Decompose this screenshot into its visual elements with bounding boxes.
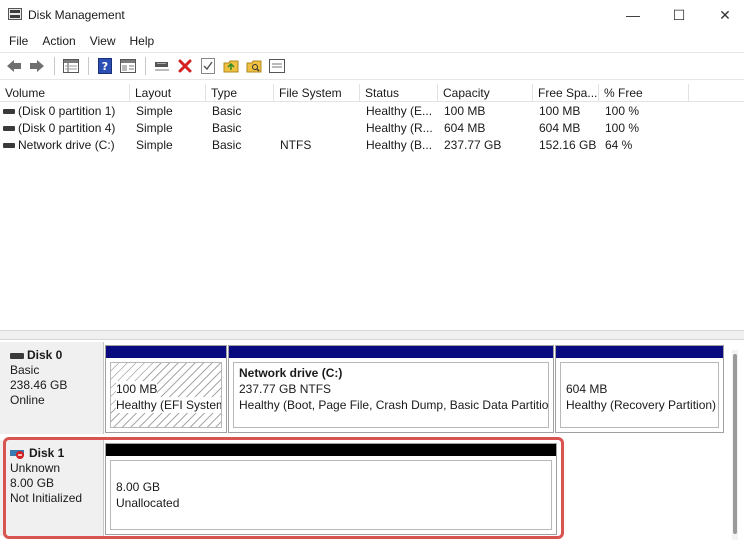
column-free-space[interactable]: Free Spa...: [533, 84, 599, 102]
menu-file[interactable]: File: [2, 34, 35, 48]
fs-cell: [274, 120, 360, 137]
column-file-system[interactable]: File System: [274, 84, 360, 102]
layout-cell: Simple: [136, 138, 173, 152]
layout-cell: Simple: [136, 121, 173, 135]
menu-action[interactable]: Action: [35, 34, 82, 48]
help-icon[interactable]: ?: [95, 56, 115, 76]
partition-status: Healthy (Recovery Partition): [566, 398, 717, 412]
column-percent-free[interactable]: % Free: [599, 84, 689, 102]
back-icon[interactable]: [4, 56, 24, 76]
fs-cell: [274, 103, 360, 120]
table-row[interactable]: (Disk 0 partition 1) Simple Basic Health…: [0, 103, 744, 120]
fs-cell: NTFS: [280, 138, 312, 152]
column-status[interactable]: Status: [360, 84, 438, 102]
highlight-outline: [3, 437, 564, 539]
partition-size: 604 MB: [566, 382, 608, 396]
capacity-cell: 604 MB: [444, 121, 486, 135]
disk-0-name: Disk 0: [27, 348, 63, 362]
table-row[interactable]: Network drive (C:) Simple Basic NTFS Hea…: [0, 137, 744, 154]
svg-text:?: ?: [102, 60, 108, 73]
volume-name: (Disk 0 partition 4): [18, 121, 116, 135]
properties-icon[interactable]: [118, 56, 138, 76]
list-view-icon[interactable]: [61, 56, 81, 76]
volume-cell: (Disk 0 partition 4): [0, 120, 130, 137]
volume-cell: (Disk 0 partition 1): [0, 103, 130, 120]
close-button[interactable]: ✕: [702, 0, 744, 30]
column-volume[interactable]: Volume: [0, 84, 130, 102]
scrollbar-thumb[interactable]: [733, 354, 737, 534]
status-cell: Healthy (B...: [366, 138, 433, 152]
free-cell: 604 MB: [539, 121, 581, 135]
search-folder-icon[interactable]: [244, 56, 264, 76]
connect-icon[interactable]: [152, 56, 172, 76]
table-row[interactable]: (Disk 0 partition 4) Simple Basic Health…: [0, 120, 744, 137]
partition-name: Network drive (C:): [239, 366, 343, 380]
disk-0-type: Basic: [10, 363, 40, 377]
disk-management-icon: [8, 8, 22, 20]
partition-bar: [556, 346, 723, 358]
pct-cell: 64 %: [605, 138, 633, 152]
partition-size: 237.77 GB NTFS: [239, 382, 332, 396]
minimize-button[interactable]: —: [610, 0, 656, 30]
status-cell: Healthy (R...: [366, 121, 433, 135]
menu-help[interactable]: Help: [123, 34, 162, 48]
disk-0-label[interactable]: Disk 0 Basic 238.46 GB Online: [0, 342, 104, 434]
list-header: Volume Layout Type File System Status Ca…: [0, 84, 744, 102]
layout-cell: Simple: [136, 104, 173, 118]
partition-size: 100 MB: [116, 381, 158, 397]
partition-body: 604 MB Healthy (Recovery Partition): [560, 362, 719, 428]
toolbar-separator: [54, 57, 55, 75]
delete-icon[interactable]: [175, 56, 195, 76]
pct-cell: 100 %: [605, 104, 640, 118]
disk-0-title: Disk 0: [10, 348, 93, 363]
partition-c-drive[interactable]: Network drive (C:) 237.77 GB NTFS Health…: [228, 345, 554, 433]
volume-name: (Disk 0 partition 1): [18, 104, 116, 118]
column-layout[interactable]: Layout: [130, 84, 206, 102]
pct-cell: 100 %: [605, 121, 640, 135]
title-bar: Disk Management — ☐ ✕: [0, 0, 744, 30]
capacity-cell: 100 MB: [444, 104, 486, 118]
checkmark-icon[interactable]: [198, 56, 218, 76]
partition-body: 100 MB Healthy (EFI System: [110, 362, 222, 428]
partition-recovery[interactable]: 604 MB Healthy (Recovery Partition): [555, 345, 724, 433]
volume-name: Network drive (C:): [18, 138, 115, 152]
menu-bar: File Action View Help: [0, 30, 744, 52]
partition-bar: [106, 346, 226, 358]
partition-body: Network drive (C:) 237.77 GB NTFS Health…: [233, 362, 549, 428]
volume-icon: [3, 126, 15, 132]
toolbar-separator: [145, 57, 146, 75]
pane-splitter[interactable]: [0, 330, 744, 340]
window-title: Disk Management: [28, 8, 125, 22]
toolbar: ?: [0, 52, 744, 80]
disk-0-size: 238.46 GB: [10, 378, 68, 392]
partition-bar: [229, 346, 553, 358]
type-cell: Basic: [212, 104, 242, 118]
status-cell: Healthy (E...: [366, 104, 433, 118]
type-cell: Basic: [212, 121, 242, 135]
volume-icon: [3, 109, 15, 115]
type-cell: Basic: [212, 138, 242, 152]
console-icon[interactable]: [267, 56, 287, 76]
column-type[interactable]: Type: [206, 84, 274, 102]
disk-0-state: Online: [10, 393, 45, 407]
volume-icon: [3, 143, 15, 149]
volume-list: Volume Layout Type File System Status Ca…: [0, 84, 744, 330]
disk-map-scrollbar[interactable]: [732, 350, 738, 540]
column-capacity[interactable]: Capacity: [438, 84, 533, 102]
toolbar-separator: [88, 57, 89, 75]
volume-cell: Network drive (C:): [0, 137, 130, 154]
up-folder-icon[interactable]: [221, 56, 241, 76]
free-cell: 100 MB: [539, 104, 581, 118]
forward-icon[interactable]: [27, 56, 47, 76]
menu-view[interactable]: View: [83, 34, 123, 48]
partition-efi[interactable]: 100 MB Healthy (EFI System: [105, 345, 227, 433]
capacity-cell: 237.77 GB: [444, 138, 502, 152]
partition-status: Healthy (EFI System: [116, 397, 221, 413]
partition-status: Healthy (Boot, Page File, Crash Dump, Ba…: [239, 398, 549, 412]
disk-icon: [10, 352, 24, 359]
free-cell: 152.16 GB: [539, 138, 597, 152]
maximize-button[interactable]: ☐: [656, 0, 702, 30]
